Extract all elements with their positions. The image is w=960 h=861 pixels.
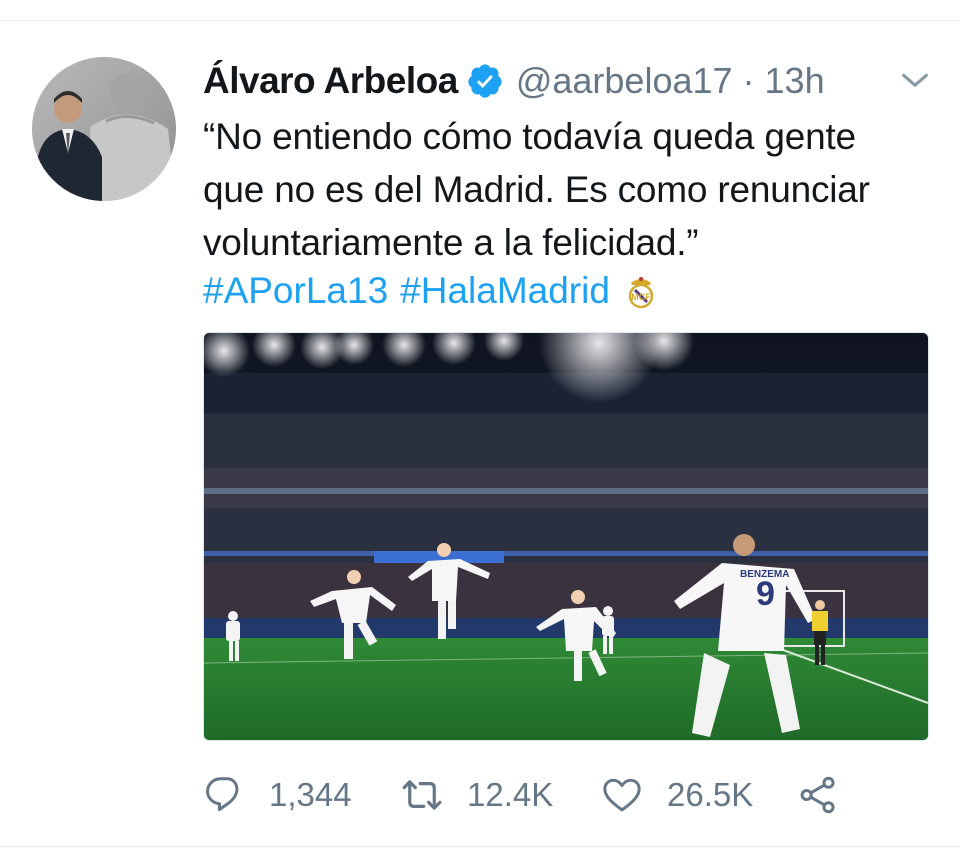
tweet-text-line: voluntariamente a la felicidad.” (203, 222, 699, 263)
retweet-count: 12.4K (467, 776, 554, 813)
tweet-photo[interactable]: 9 BENZEMA (203, 332, 929, 741)
retweet-icon (402, 780, 442, 810)
like-count: 26.5K (667, 776, 754, 813)
jersey-number: 9 (756, 575, 775, 613)
reply-count: 1,344 (269, 776, 352, 813)
avatar[interactable] (32, 57, 176, 201)
svg-text:MCF: MCF (631, 292, 651, 302)
tweet-actions: 1,344 12.4K 26.5K (203, 760, 879, 830)
top-divider (0, 20, 960, 21)
hashtag-link[interactable]: #APorLa13 (203, 264, 388, 317)
jersey-name: BENZEMA (740, 569, 789, 580)
chevron-down-icon[interactable] (898, 64, 932, 98)
like-icon (603, 778, 641, 812)
share-icon (800, 776, 835, 814)
separator-dot: · (742, 60, 755, 101)
like-button[interactable]: 26.5K (601, 774, 757, 816)
display-name[interactable]: Álvaro Arbeloa (203, 60, 458, 102)
reply-icon (206, 777, 239, 812)
tweet-text-line: que no es del Madrid. Es como renunciar (203, 169, 870, 210)
reply-button[interactable]: 1,344 (203, 774, 361, 816)
hashtags: #APorLa13 #HalaMadrid MCF (203, 264, 656, 317)
hashtag-link[interactable]: #HalaMadrid (400, 264, 610, 317)
tweet-text-line: “No entiendo cómo todavía queda gente (203, 116, 856, 157)
tweet-text: “No entiendo cómo todavía queda gente qu… (203, 110, 943, 269)
verified-badge-icon (468, 64, 502, 98)
share-button[interactable] (797, 774, 839, 816)
author-handle[interactable]: @aarbeloa17 (516, 60, 733, 102)
bottom-divider (0, 846, 960, 847)
tweet-header: Álvaro Arbeloa @aarbeloa17 · 13h (203, 58, 825, 104)
real-madrid-crest-icon: MCF (628, 276, 654, 308)
tweet-time[interactable]: 13h (765, 60, 825, 102)
retweet-button[interactable]: 12.4K (401, 774, 561, 816)
